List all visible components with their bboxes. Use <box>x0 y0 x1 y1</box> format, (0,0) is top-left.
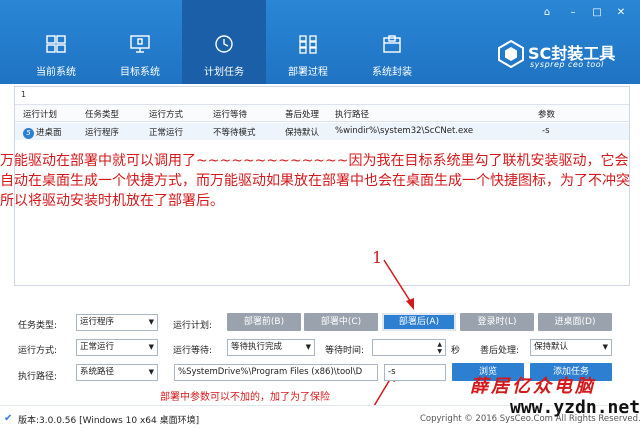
nav-label: 当前系统 <box>36 67 76 78</box>
row-mode: 正常运行 <box>149 128 184 138</box>
annotation-text: 万能驱动在部署中就可以调用了~~~~~~~~~~~~~因为我在目标系统里勾了联机… <box>0 153 630 209</box>
plan-on-desktop-button[interactable]: 进桌面(D) <box>538 313 612 331</box>
row-path: %windir%\system32\ScCNet.exe <box>335 126 474 136</box>
wait-time-stepper[interactable]: ▲ ▼ <box>372 339 446 356</box>
after-value: 保持默认 <box>534 342 569 352</box>
watermark-url: www.yzdn.net <box>510 397 640 418</box>
chevron-down-icon: ▼ <box>602 343 608 351</box>
row-after: 保持默认 <box>285 128 320 138</box>
brand-subtitle: sysprep ceo tool <box>530 60 604 69</box>
wait-time-label: 等待时间: <box>325 346 365 356</box>
row-wait: 不等待模式 <box>213 128 256 138</box>
home-icon[interactable]: ⌂ <box>540 6 554 20</box>
task-type-label: 任务类型: <box>18 321 58 331</box>
windows-icon <box>46 35 66 53</box>
run-wait-label: 运行等待: <box>173 346 213 356</box>
grid-header: 运行计划 任务类型 运行方式 运行等待 善后处理 执行路径 参数 <box>15 104 629 122</box>
col-header: 运行计划 <box>23 110 58 120</box>
chevron-down-icon: ▼ <box>148 318 154 326</box>
nav-system-package[interactable]: 系统封装 <box>350 0 434 84</box>
param-input[interactable]: -s <box>384 364 446 381</box>
param-note: 部署中参数可以不加的，加了为了保险 <box>160 392 330 403</box>
row-plan: 进桌面 <box>36 128 62 138</box>
nav-label: 部署过程 <box>288 67 328 78</box>
wait-time-unit: 秒 <box>451 346 461 356</box>
package-icon <box>383 35 401 53</box>
after-select[interactable]: 保持默认 ▼ <box>530 339 612 356</box>
row-param: -s <box>542 126 550 136</box>
plan-before-deploy-button[interactable]: 部署前(B) <box>227 313 301 331</box>
task-type-value: 运行程序 <box>80 317 115 327</box>
row-plan-cell: 5 进桌面 <box>23 126 62 139</box>
exec-path-value: %SystemDrive%\Program Files (x86)\tool\D <box>178 367 363 377</box>
run-mode-value: 正常运行 <box>80 342 115 352</box>
monitor-icon <box>130 35 150 53</box>
chevron-down-icon: ▼ <box>148 368 154 376</box>
plan-during-deploy-button[interactable]: 部署中(C) <box>304 313 378 331</box>
nav-target-system[interactable]: 目标系统 <box>98 0 182 84</box>
nav-label: 系统封装 <box>372 67 412 78</box>
col-header: 执行路径 <box>335 110 370 120</box>
nav-scheduled-tasks[interactable]: 计划任务 <box>182 0 266 84</box>
watermark-cn: 薛居亿众电脑 <box>470 376 596 397</box>
version-check-icon: ✔ <box>4 413 13 424</box>
col-header: 任务类型 <box>85 110 120 120</box>
brand-logo: SC封装工具 sysprep ceo tool <box>498 40 638 74</box>
task-type-select[interactable]: 运行程序 ▼ <box>76 314 158 331</box>
row-type: 运行程序 <box>85 128 120 138</box>
arrow-one-icon <box>383 259 414 310</box>
nav-current-system[interactable]: 当前系统 <box>14 0 98 84</box>
table-row[interactable]: 5 进桌面 运行程序 正常运行 不等待模式 保持默认 %windir%\syste… <box>15 123 629 140</box>
after-label: 善后处理: <box>480 346 520 356</box>
col-header: 参数 <box>538 110 556 120</box>
close-button[interactable]: ✕ <box>614 6 628 20</box>
param-value: -s <box>388 367 396 377</box>
run-mode-select[interactable]: 正常运行 ▼ <box>76 339 158 356</box>
maximize-button[interactable]: □ <box>590 6 604 20</box>
top-navigation-bar: ⌂ – □ ✕ 当前系统 目标系统 计划任务 部署过程 系统封装 SC封装工具 … <box>0 0 640 84</box>
row-index-badge: 5 <box>23 128 34 139</box>
col-header: 善后处理 <box>285 110 320 120</box>
chevron-down-icon: ▼ <box>148 343 154 351</box>
run-plan-label: 运行计划: <box>173 321 213 331</box>
minimize-button[interactable]: – <box>566 6 580 20</box>
chevron-down-icon: ▼ <box>305 343 311 351</box>
exec-path-input[interactable]: %SystemDrive%\Program Files (x86)\tool\D <box>174 364 378 381</box>
exec-path-base-select[interactable]: 系统路径 ▼ <box>76 364 158 381</box>
grid-icon <box>299 35 317 54</box>
clock-icon <box>215 35 233 53</box>
exec-path-label: 执行路径: <box>18 372 58 382</box>
run-mode-label: 运行方式: <box>18 346 58 356</box>
col-header: 运行方式 <box>149 110 184 120</box>
nav-deploy-process[interactable]: 部署过程 <box>266 0 350 84</box>
col-header: 运行等待 <box>213 110 248 120</box>
stepper-arrows-icon: ▲ ▼ <box>437 341 442 355</box>
hexagon-logo-icon <box>498 40 524 68</box>
nav-label: 计划任务 <box>204 67 244 78</box>
run-wait-select[interactable]: 等待执行完成 ▼ <box>227 339 315 356</box>
row-count: 1 <box>21 90 27 99</box>
nav-label: 目标系统 <box>120 67 160 78</box>
run-wait-value: 等待执行完成 <box>231 342 283 352</box>
exec-path-base-value: 系统路径 <box>80 367 115 377</box>
plan-after-deploy-button[interactable]: 部署后(A) <box>382 313 456 331</box>
plan-on-login-button[interactable]: 登录时(L) <box>460 313 534 331</box>
version-text: 版本:3.0.0.56 [Windows 10 x64 桌面环境] <box>18 416 200 426</box>
